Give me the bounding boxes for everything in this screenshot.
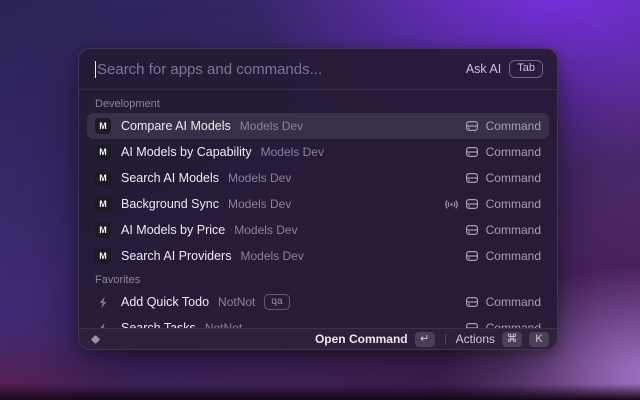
item-type-label: Command (485, 295, 541, 309)
item-type-label: Command (485, 145, 541, 159)
tab-key-badge: Tab (509, 60, 543, 78)
models-dev-app-icon: M (95, 144, 111, 160)
item-accessories: Command (465, 171, 541, 185)
list-item[interactable]: M Search AI Models Models Dev Command (87, 165, 549, 191)
results-list: Development M Compare AI Models Models Dev C… (79, 90, 557, 328)
list-item[interactable]: Search Tasks NotNot Command (87, 315, 549, 328)
item-title: AI Models by Price (121, 223, 226, 237)
broadcast-icon (444, 198, 458, 211)
zap-icon (95, 320, 111, 328)
list-item[interactable]: M Background Sync Models Dev Command (87, 191, 549, 217)
item-subtitle: Models Dev (239, 119, 304, 133)
models-dev-app-icon: M (95, 118, 111, 134)
models-dev-app-icon: M (95, 222, 111, 238)
item-accessories: Command (465, 321, 541, 328)
item-subtitle: Models Dev (234, 223, 298, 237)
item-subtitle: NotNot (218, 295, 256, 309)
item-subtitle: Models Dev (227, 197, 292, 211)
item-title: AI Models by Capability (121, 145, 252, 159)
item-title: Search AI Providers (121, 249, 232, 263)
item-title: Search AI Models (121, 171, 219, 185)
item-accessories: Command (465, 145, 541, 159)
command-icon (465, 145, 479, 159)
item-accessories: Command (465, 119, 541, 133)
item-type-label: Command (485, 171, 541, 185)
list-item[interactable]: M AI Models by Capability Models Dev Comman… (87, 139, 549, 165)
item-type-label: Command (485, 119, 541, 133)
footer-bar: Open Command ↵ Actions ⌘ K (79, 328, 557, 349)
raycast-logo-icon (89, 333, 102, 346)
enter-key-badge: ↵ (414, 331, 435, 347)
item-type-label: Command (485, 197, 541, 211)
item-accessories: Command (465, 295, 541, 309)
command-icon (465, 223, 479, 237)
alias-badge: qa (264, 294, 290, 310)
item-subtitle: NotNot (204, 321, 243, 328)
search-input[interactable] (96, 49, 466, 89)
item-accessories: Command (465, 249, 541, 263)
search-bar: Ask AI Tab (79, 49, 557, 90)
item-type-label: Command (485, 249, 541, 263)
item-accessories: Command (465, 223, 541, 237)
cmd-key-badge: ⌘ (502, 331, 522, 347)
models-dev-app-icon: M (95, 196, 111, 212)
item-title: Add Quick Todo (121, 295, 210, 309)
item-subtitle: Models Dev (260, 145, 324, 159)
ask-ai-label: Ask AI (465, 62, 502, 76)
footer-divider (444, 333, 446, 345)
item-accessories: Command (444, 197, 541, 211)
section-header: Development (95, 98, 160, 110)
command-icon (465, 249, 479, 263)
item-subtitle: Models Dev (227, 171, 292, 185)
command-icon (465, 295, 479, 309)
command-icon (465, 197, 479, 211)
list-item[interactable]: M Search AI Providers Models Dev Command (87, 243, 549, 269)
item-subtitle: Models Dev (240, 249, 304, 263)
item-type-label: Command (485, 223, 541, 237)
list-item[interactable]: M AI Models by Price Models Dev Command (87, 217, 549, 243)
item-type-label: Command (485, 321, 541, 328)
zap-icon (95, 294, 111, 310)
command-icon (465, 321, 479, 328)
actions-button[interactable]: Actions (456, 332, 495, 346)
list-item[interactable]: Add Quick Todo NotNot qa Command (87, 289, 549, 315)
item-title: Compare AI Models (121, 119, 231, 133)
section-header: Favorites (95, 274, 141, 286)
models-dev-app-icon: M (95, 248, 111, 264)
open-command-action[interactable]: Open Command (315, 332, 408, 346)
command-icon (465, 119, 479, 133)
command-icon (465, 171, 479, 185)
item-title: Search Tasks (121, 321, 196, 328)
item-title: Background Sync (121, 197, 219, 211)
launcher-window: Ask AI Tab Development M Compare AI Models… (78, 48, 558, 350)
k-key-badge: K (529, 331, 549, 347)
list-item[interactable]: M Compare AI Models Models Dev Command (87, 113, 549, 139)
models-dev-app-icon: M (95, 170, 111, 186)
ask-ai-button[interactable]: Ask AI Tab (466, 60, 543, 78)
